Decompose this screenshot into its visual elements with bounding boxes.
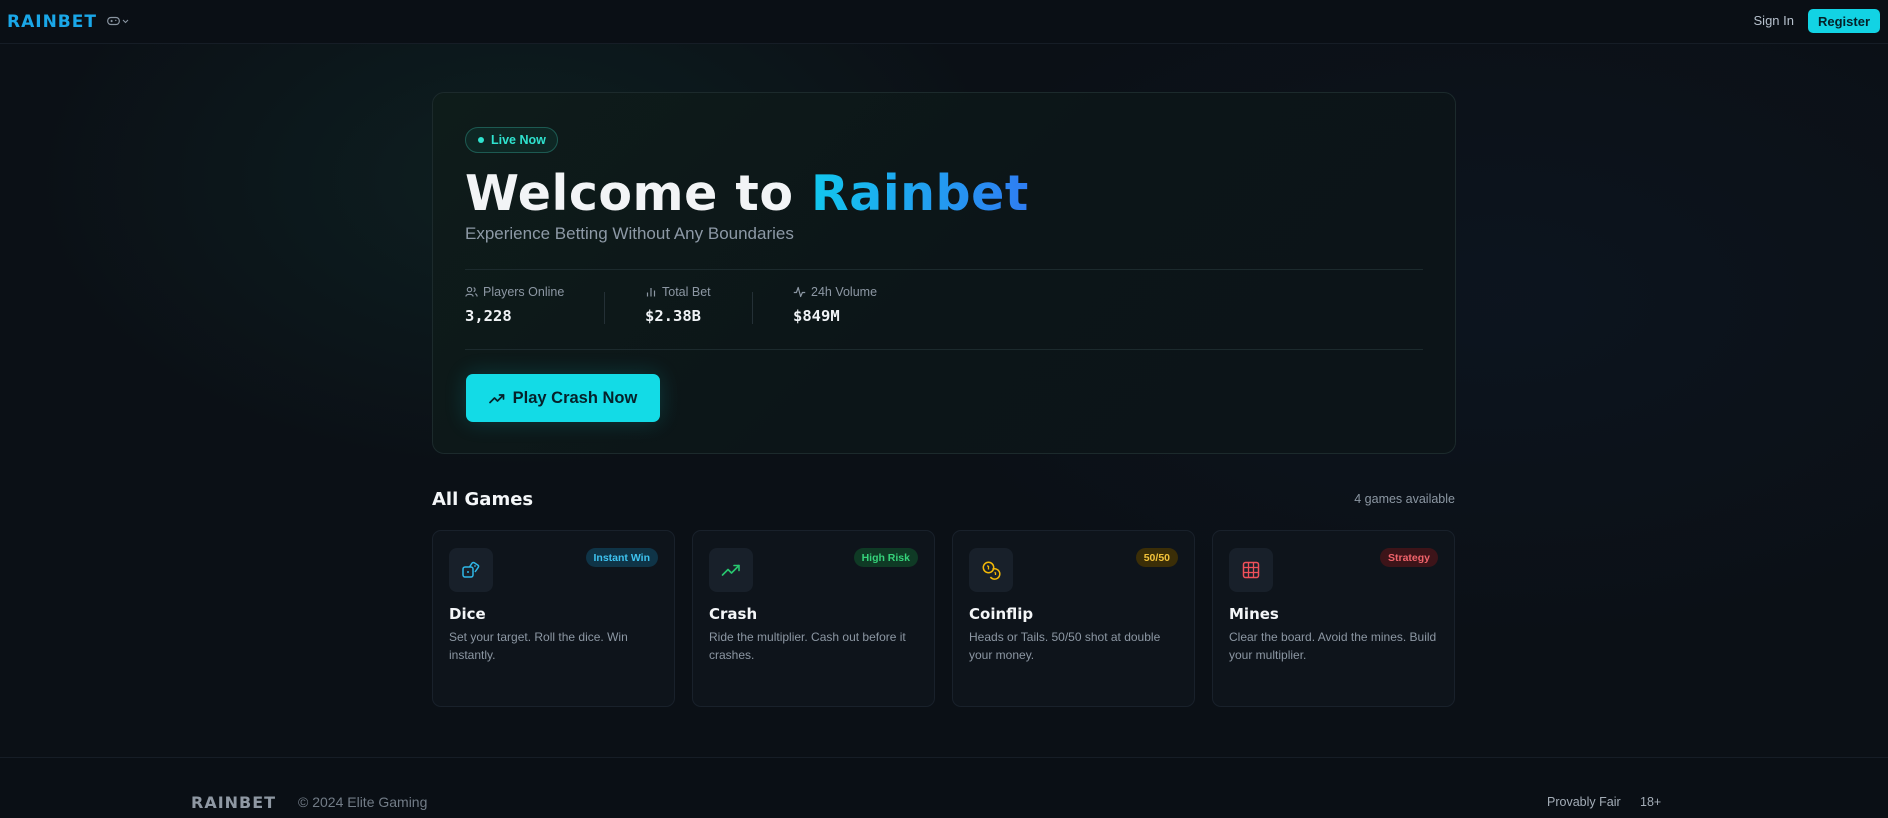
live-badge: Live Now [465,127,558,153]
hero-title-brand: Rainbet [811,165,1029,222]
game-selector[interactable] [107,13,131,29]
users-icon [465,286,478,297]
game-name: Crash [709,605,758,623]
game-name: Mines [1229,605,1279,623]
chevron-down-icon [122,19,129,23]
game-description: Heads or Tails. 50/50 shot at double you… [969,630,1161,662]
bar-chart-icon [646,288,656,297]
stat-24h-volume: 24h Volume $849M [793,285,877,325]
game-icon [969,548,1013,592]
games-section-title: All Games [432,489,534,510]
stat-total-bet: Total Bet $2.38B [645,285,711,325]
game-icon [1229,548,1273,592]
stat-label: 24h Volume [811,285,878,299]
game-card-dice[interactable]: Instant Win Dice Set your target. Roll t… [432,530,675,707]
trending-up-icon [488,393,504,403]
stat-value: 3,228 [465,307,512,325]
divider [465,269,1423,270]
game-name: Coinflip [969,605,1034,623]
stat-players-online: Players Online 3,228 [465,285,564,325]
game-card-coinflip[interactable]: 50/50 Coinflip Heads or Tails. 50/50 sho… [952,530,1195,707]
gamepad-icon [107,16,120,26]
game-badge: Strategy [1379,548,1438,567]
register-button[interactable]: Register [1808,9,1880,33]
stat-value: $2.38B [645,307,701,325]
divider [465,349,1423,350]
stat-value: $849M [793,307,840,325]
logo[interactable]: RAINBET [7,12,97,32]
sign-in-link[interactable]: Sign In [1754,13,1794,28]
stat-separator [604,292,605,324]
age-restriction-badge: 18+ [1640,795,1662,809]
hero-subtitle: Experience Betting Without Any Boundarie… [465,224,794,243]
activity-icon [793,286,806,298]
hero-title: Welcome to Rainbet [465,165,1029,222]
stat-separator [752,292,753,324]
stat-label: Total Bet [662,285,711,299]
dice-icon [462,561,480,578]
play-crash-label: Play Crash Now [512,388,638,407]
game-badge: Instant Win [585,548,658,567]
live-badge-label: Live Now [491,133,546,147]
game-name: Dice [449,605,486,623]
game-description: Clear the board. Avoid the mines. Build … [1229,630,1437,662]
trending-up-icon [721,564,740,576]
coins-icon [982,561,1001,580]
grid-icon [1242,561,1260,579]
game-card-crash[interactable]: High Risk Crash Ride the multiplier. Cas… [692,530,935,707]
game-card-mines[interactable]: Strategy Mines Clear the board. Avoid th… [1212,530,1455,707]
game-description: Ride the multiplier. Cash out before it … [709,630,906,662]
live-dot-icon [478,137,484,143]
play-crash-button[interactable]: Play Crash Now [466,374,660,422]
hero-card: Live Now Welcome to Rainbet Experience B… [432,92,1456,454]
game-icon [449,548,493,592]
hero-title-prefix: Welcome to [465,165,812,222]
provably-fair-link[interactable]: Provably Fair [1547,795,1621,809]
game-description: Set your target. Roll the dice. Win inst… [449,630,628,662]
top-navbar: RAINBET Sign In Register [0,0,1888,44]
stat-label: Players Online [483,285,565,299]
footer-logo: RAINBET [191,793,277,812]
game-badge: High Risk [853,548,918,567]
games-count: 4 games available [1354,492,1455,506]
game-icon [709,548,753,592]
footer-copyright: © 2024 Elite Gaming [298,794,428,810]
footer: RAINBET © 2024 Elite Gaming Provably Fai… [0,757,1888,818]
game-badge: 50/50 [1135,548,1178,567]
